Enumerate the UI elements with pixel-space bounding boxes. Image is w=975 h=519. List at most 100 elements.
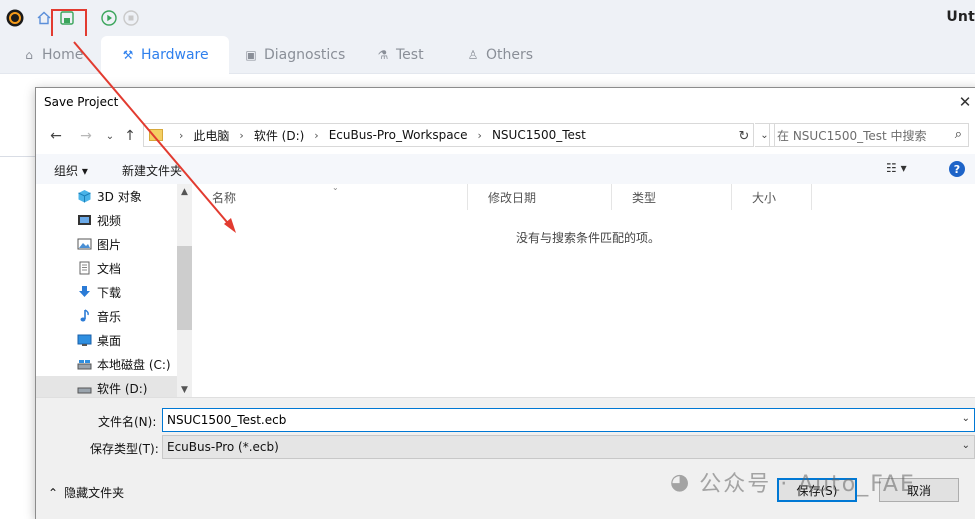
organize-button[interactable]: 组织 ▾ — [54, 162, 88, 179]
drive-icon — [77, 360, 92, 370]
hardware-icon: ⚒ — [122, 48, 134, 62]
scroll-down-icon[interactable]: ▼ — [177, 382, 192, 397]
file-list-header: ⌄ 名称 修改日期 类型 大小 — [192, 183, 975, 210]
sort-indicator-icon: ⌄ — [332, 183, 339, 192]
empty-list-message: 没有与搜索条件匹配的项。 — [516, 231, 661, 245]
navigation-bar: ← → ⌄ ↑ › 此电脑 › 软件 (D:) › EcuBus-Pro_Wor… — [36, 122, 975, 150]
desktop-icon — [77, 334, 92, 346]
search-input[interactable]: 在 NSUC1500_Test 中搜索 ⌕ — [769, 123, 969, 147]
tab-diagnostics[interactable]: ▣ Diagnostics — [244, 36, 345, 74]
scrollbar-thumb[interactable] — [177, 246, 192, 330]
tab-test[interactable]: ⚗ Test — [376, 36, 424, 74]
column-label: 名称 — [212, 190, 237, 205]
wechat-icon: ◕ — [670, 469, 692, 495]
drive-icon — [77, 387, 92, 394]
breadcrumb-item[interactable]: 此电脑 — [193, 127, 229, 144]
command-bar: 组织 ▾ 新建文件夹 ☷ ▾ ? — [36, 154, 975, 184]
nav-item-label: 软件 (D:) — [97, 381, 148, 396]
refresh-icon[interactable]: ↻ — [735, 127, 753, 145]
breadcrumb-item[interactable]: 软件 (D:) — [254, 127, 304, 144]
nav-item-pictures[interactable]: 图片 — [36, 232, 177, 256]
new-folder-button[interactable]: 新建文件夹 — [122, 162, 182, 179]
column-header-size[interactable]: 大小 — [732, 184, 812, 210]
stop-icon[interactable] — [122, 9, 140, 27]
navigation-pane: 3D 对象 视频 图片 文档 下载 音乐 桌面 本地磁盘 (C:) 软件 (D:… — [36, 184, 177, 400]
user-icon: ♙ — [467, 48, 479, 62]
breadcrumb-separator-icon: › — [239, 128, 244, 142]
column-label: 类型 — [632, 190, 657, 205]
column-label: 修改日期 — [488, 190, 537, 205]
tab-label: Hardware — [141, 47, 209, 63]
nav-item-videos[interactable]: 视频 — [36, 208, 177, 232]
dialog-title: Save Project — [44, 95, 119, 109]
3d-objects-icon — [78, 190, 91, 203]
flask-icon: ⚗ — [377, 48, 389, 62]
filename-dropdown-icon[interactable]: ⌄ — [962, 413, 970, 424]
diagnostics-icon: ▣ — [245, 48, 257, 62]
filetype-select[interactable]: EcuBus-Pro (*.ecb) ⌄ — [162, 435, 975, 459]
column-header-type[interactable]: 类型 — [612, 184, 732, 210]
tab-home[interactable]: ⌂ Home — [22, 36, 83, 74]
nav-item-3d-objects[interactable]: 3D 对象 — [36, 184, 177, 208]
tab-label: Others — [486, 47, 534, 63]
hide-folders-label: 隐藏文件夹 — [64, 486, 125, 500]
close-icon[interactable]: ✕ — [955, 92, 975, 112]
nav-item-label: 视频 — [97, 213, 122, 228]
column-label: 大小 — [752, 190, 777, 205]
up-arrow-icon[interactable]: ↑ — [120, 126, 140, 146]
home-tab-icon: ⌂ — [25, 48, 33, 62]
nav-item-documents[interactable]: 文档 — [36, 256, 177, 280]
app-logo-icon — [6, 9, 24, 27]
column-header-name[interactable]: ⌄ 名称 — [192, 183, 468, 210]
filename-label: 文件名(N): — [98, 415, 157, 429]
search-icon[interactable]: ⌕ — [955, 127, 962, 142]
column-header-date[interactable]: 修改日期 — [468, 184, 612, 210]
hide-folders-button[interactable]: ⌃ 隐藏文件夹 — [48, 484, 124, 501]
filename-input[interactable]: NSUC1500_Test.ecb ⌄ — [162, 408, 975, 432]
filename-value: NSUC1500_Test.ecb — [167, 413, 287, 427]
nav-item-label: 3D 对象 — [97, 189, 142, 204]
music-icon — [80, 309, 89, 322]
address-bar[interactable]: › 此电脑 › 软件 (D:) › EcuBus-Pro_Workspace ›… — [143, 123, 754, 147]
nav-item-label: 本地磁盘 (C:) — [97, 357, 171, 372]
videos-icon — [78, 215, 91, 225]
breadcrumb-item[interactable]: EcuBus-Pro_Workspace — [329, 128, 468, 142]
tab-others[interactable]: ♙ Others — [466, 36, 533, 74]
nav-item-music[interactable]: 音乐 — [36, 304, 177, 328]
nav-item-downloads[interactable]: 下载 — [36, 280, 177, 304]
watermark-text: 公众号 · Auto_FAE — [699, 472, 916, 497]
nav-item-label: 图片 — [97, 237, 122, 252]
documents-icon — [79, 261, 90, 275]
save-options-panel: 文件名(N): NSUC1500_Test.ecb ⌄ 保存类型(T): Ecu… — [36, 397, 975, 519]
save-dialog: Save Project ✕ ← → ⌄ ↑ › 此电脑 › 软件 (D:) ›… — [35, 87, 975, 519]
app-title: Unt — [946, 9, 975, 25]
nav-item-local-disk-c[interactable]: 本地磁盘 (C:) — [36, 352, 177, 376]
recent-locations-icon[interactable]: ⌄ — [100, 126, 120, 146]
nav-item-label: 音乐 — [97, 309, 122, 324]
filetype-value: EcuBus-Pro (*.ecb) — [167, 440, 279, 454]
folder-icon — [149, 129, 163, 141]
tab-label: Test — [396, 47, 424, 63]
breadcrumb-separator-icon: › — [314, 128, 319, 142]
breadcrumb-separator-icon: › — [179, 128, 184, 142]
nav-item-label: 下载 — [97, 285, 122, 300]
filetype-dropdown-icon[interactable]: ⌄ — [962, 440, 970, 451]
tab-hardware[interactable]: ⚒ Hardware — [101, 36, 229, 74]
tab-label: Home — [42, 47, 84, 63]
breadcrumb-separator-icon: › — [477, 128, 482, 142]
back-arrow-icon[interactable]: ← — [46, 126, 66, 146]
downloads-icon — [79, 286, 90, 297]
scroll-up-icon[interactable]: ▲ — [177, 184, 192, 199]
play-icon[interactable] — [100, 9, 118, 27]
forward-arrow-icon[interactable]: → — [76, 126, 96, 146]
nav-pane-scrollbar[interactable]: ▲ ▼ — [177, 184, 192, 397]
tab-label: Diagnostics — [264, 47, 346, 63]
breadcrumb-item[interactable]: NSUC1500_Test — [492, 128, 586, 142]
filetype-label: 保存类型(T): — [90, 442, 159, 456]
nav-item-desktop[interactable]: 桌面 — [36, 328, 177, 352]
app-toolbar: Unt — [0, 0, 975, 36]
help-icon[interactable]: ? — [949, 161, 965, 177]
view-options-icon[interactable]: ☷ ▾ — [886, 161, 907, 175]
pictures-icon — [77, 238, 92, 250]
nav-item-label: 文档 — [97, 261, 122, 276]
